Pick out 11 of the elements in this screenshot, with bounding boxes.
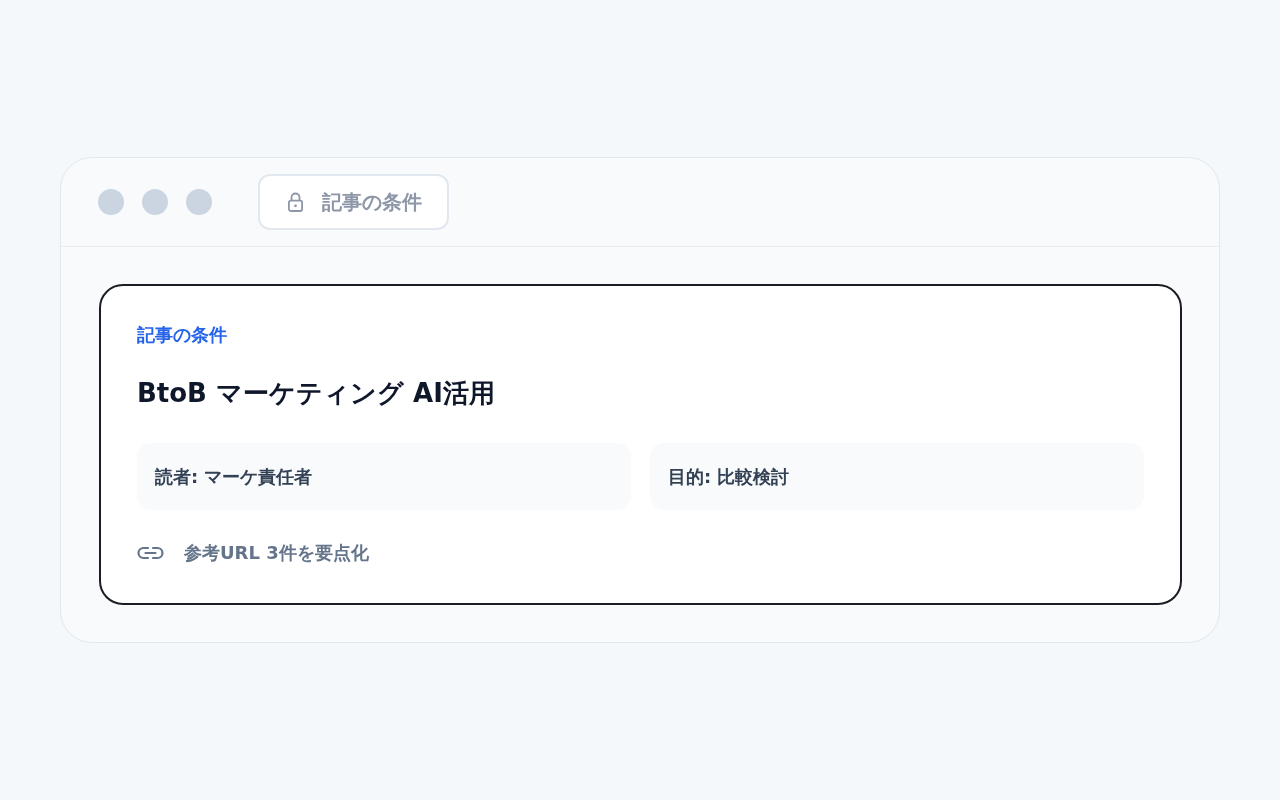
lock-icon (287, 192, 304, 212)
window-dot-icon (142, 189, 168, 215)
address-bar[interactable]: 記事の条件 (258, 174, 449, 230)
card-label: 記事の条件 (137, 323, 228, 347)
window-dot-icon (98, 189, 124, 215)
reference-link-text: 参考URL 3件を要点化 (184, 541, 369, 565)
info-text: 読者: マーケ責任者 (155, 464, 313, 489)
link-icon (137, 546, 164, 560)
card-title: BtoB マーケティング AI活用 (137, 377, 496, 410)
window-dot-icon (186, 189, 212, 215)
info-text: 目的: 比較検討 (668, 464, 790, 489)
